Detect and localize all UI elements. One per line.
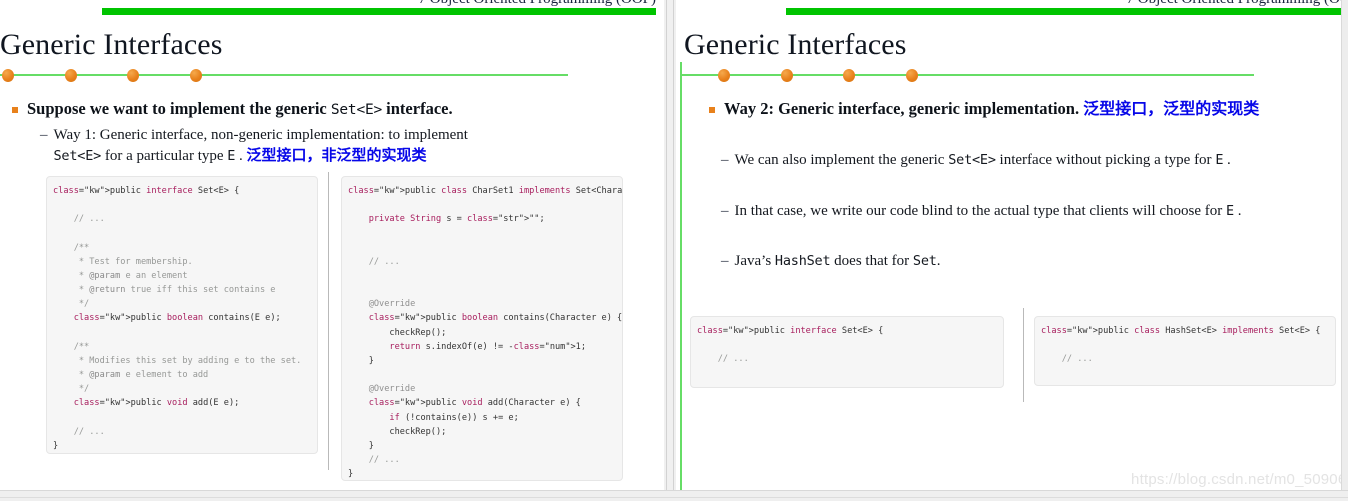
- bullet-sub-3-text: Java’s HashSet does that for Set.: [735, 252, 941, 272]
- header-green-bar-left: [102, 8, 656, 15]
- rule-dot-3: [127, 69, 139, 82]
- dash-marker-icon: –: [721, 203, 729, 219]
- sub2-post: .: [1233, 203, 1242, 219]
- page-right-edge: [1341, 0, 1348, 490]
- inline-code-set: Set: [912, 253, 937, 269]
- rule-dot-3: [843, 69, 855, 82]
- inline-code-e-2: E: [1226, 203, 1234, 219]
- rule-line: [0, 74, 568, 76]
- code-block-charset1: class="kw">public class CharSet1 impleme…: [341, 176, 623, 481]
- bullet-primary-text: Way 2: Generic interface, generic implem…: [724, 98, 1259, 120]
- code-block-set-interface: class="kw">public interface Set<E> { // …: [46, 176, 318, 454]
- decorative-rule-left: [0, 66, 568, 84]
- rule-dot-4: [190, 69, 202, 82]
- bullet-sub-2: – In that case, we write our code blind …: [721, 202, 1306, 222]
- watermark: https://blog.csdn.net/m0_50906780: [1131, 471, 1348, 488]
- dash-marker-icon: –: [721, 253, 729, 269]
- code-block-hashset: class="kw">public class HashSet<E> imple…: [1034, 316, 1336, 386]
- sub3-pre: Java’s: [734, 253, 775, 269]
- page-bottom-strip: [0, 490, 1348, 501]
- bullet-primary-left: Suppose we want to implement the generic…: [12, 98, 622, 120]
- slide-gutter: [664, 0, 676, 490]
- bullet-sub-2-text: In that case, we write our code blind to…: [735, 202, 1242, 222]
- rule-line: [680, 74, 1254, 76]
- sub-line-2-post: .: [235, 147, 247, 164]
- slide-right: 7 Object Oriented Programming (OOP) Gene…: [676, 0, 1348, 490]
- inline-code-set-e: Set<E>: [330, 102, 383, 118]
- page-title-right: Generic Interfaces: [684, 28, 907, 61]
- slide-viewer: 7 Object Oriented Programming (OOP) Gene…: [0, 0, 1348, 501]
- sub-line-1: Way 1: Generic interface, non-generic im…: [53, 127, 468, 143]
- sub3-post: .: [936, 253, 941, 269]
- bullet-square-icon: [12, 107, 18, 113]
- bullet-secondary-text: Way 1: Generic interface, non-generic im…: [54, 126, 468, 167]
- bullet-sub-3: – Java’s HashSet does that for Set.: [721, 252, 1296, 272]
- code-divider-left: [328, 172, 329, 470]
- bullet-square-icon: [709, 107, 715, 113]
- inline-code-hashset: HashSet: [774, 253, 831, 269]
- sub1-pre: We can also implement the generic: [734, 152, 949, 168]
- header-green-bar-right: [786, 8, 1348, 15]
- rule-dot-4: [906, 69, 918, 82]
- code-divider-right: [1023, 308, 1024, 402]
- bullet-text-post: interface.: [382, 99, 453, 118]
- code-block-set-interface-2: class="kw">public interface Set<E> { // …: [690, 316, 1004, 388]
- bullet-sub-1-text: We can also implement the generic Set<E>…: [735, 151, 1231, 171]
- bullet-secondary-left: – Way 1: Generic interface, non-generic …: [40, 126, 600, 167]
- dash-marker-icon: –: [40, 127, 48, 143]
- rule-dot-1: [718, 69, 730, 82]
- sub1-post: .: [1223, 152, 1231, 168]
- decorative-rule-right: [680, 66, 1254, 84]
- sub1-mid: interface without picking a type for: [995, 152, 1216, 168]
- left-green-rule: [680, 62, 682, 490]
- inline-code-set-e-2: Set<E>: [53, 147, 102, 164]
- rule-dot-1: [2, 69, 14, 82]
- chinese-annotation-2: 泛型接口，泛型的实现类: [1083, 99, 1260, 118]
- sub-line-2-mid: for a particular type: [101, 147, 228, 164]
- bullet-sub-1: – We can also implement the generic Set<…: [721, 151, 1296, 171]
- rule-dot-2: [781, 69, 793, 82]
- chinese-annotation-1: 泛型接口，非泛型的实现类: [246, 145, 427, 164]
- bullet-primary-text: Suppose we want to implement the generic…: [27, 98, 453, 120]
- slide-header-right: 7 Object Oriented Programming (OOP): [1127, 0, 1348, 8]
- sub3-mid: does that for: [830, 253, 913, 269]
- sub2-text: In that case, we write our code blind to…: [734, 203, 1227, 219]
- inline-code-set-e: Set<E>: [948, 152, 996, 168]
- slide-left: 7 Object Oriented Programming (OOP) Gene…: [0, 0, 670, 490]
- slide-header-left: 7 Object Oriented Programming (OOP): [419, 0, 656, 8]
- bullet-text-pre: Suppose we want to implement the generic: [27, 99, 331, 118]
- rule-dot-2: [65, 69, 77, 82]
- dash-marker-icon: –: [721, 152, 729, 168]
- page-title-left: Generic Interfaces: [0, 28, 223, 61]
- bullet-text-pre: Way 2: Generic interface, generic implem…: [724, 99, 1084, 118]
- bullet-primary-right: Way 2: Generic interface, generic implem…: [709, 98, 1309, 120]
